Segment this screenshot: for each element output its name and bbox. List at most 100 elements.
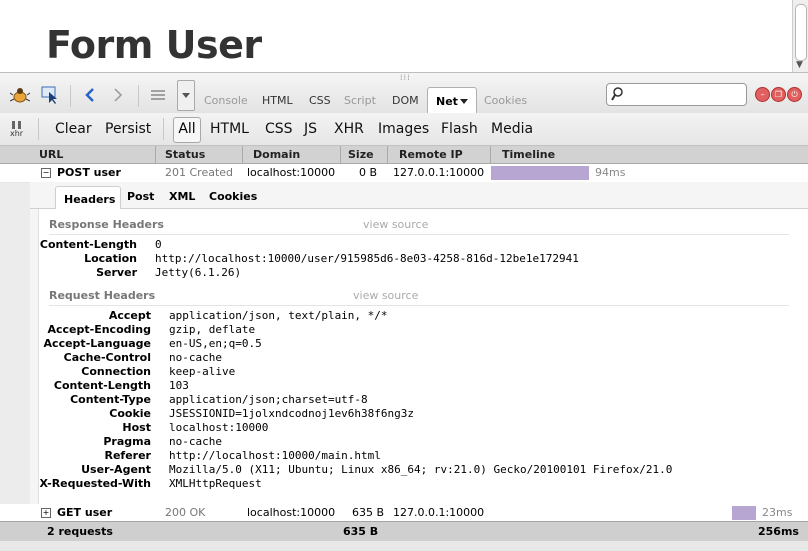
header-value[interactable]: application/json, text/plain, */* xyxy=(169,309,388,322)
column-size[interactable]: Size xyxy=(348,148,374,161)
header-value[interactable]: en-US,en;q=0.5 xyxy=(169,337,262,350)
forward-arrow-icon[interactable] xyxy=(108,85,128,105)
request-time: 94ms xyxy=(595,166,626,179)
expand-icon[interactable]: + xyxy=(41,508,51,518)
tab-post[interactable]: Post xyxy=(127,190,154,203)
header-value[interactable]: gzip, deflate xyxy=(169,323,255,336)
header-name: Content-Length xyxy=(53,379,151,392)
filter-all-button[interactable]: All xyxy=(173,117,201,143)
tab-net[interactable]: Net xyxy=(427,87,477,113)
persist-button[interactable]: Persist xyxy=(105,121,151,137)
scroll-down-icon[interactable]: ▼ xyxy=(796,60,803,70)
tab-script[interactable]: Script xyxy=(344,94,376,107)
minimize-icon[interactable]: – xyxy=(755,87,770,102)
table-row[interactable]: + GET user 200 OK localhost:10000 635 B … xyxy=(0,504,808,522)
header-value[interactable]: application/json;charset=utf-8 xyxy=(169,393,368,406)
header-name: Location xyxy=(84,252,137,265)
net-summary-row: 2 requests 635 B 256ms xyxy=(0,521,808,542)
header-name: Content-Type xyxy=(70,393,151,406)
xhr-breakpoint-icon[interactable]: xhr xyxy=(10,121,26,139)
column-timeline[interactable]: Timeline xyxy=(502,148,555,161)
search-input[interactable] xyxy=(625,86,744,103)
request-size: 0 B xyxy=(359,166,378,179)
search-box[interactable] xyxy=(606,83,747,106)
tab-css[interactable]: CSS xyxy=(309,94,331,107)
header-name: Accept-Encoding xyxy=(47,323,152,336)
table-row[interactable]: − POST user 201 Created localhost:10000 … xyxy=(0,164,808,183)
tab-dom[interactable]: DOM xyxy=(392,94,419,107)
header-value[interactable]: keep-alive xyxy=(169,365,235,378)
page-content: Form User xyxy=(0,0,793,72)
column-remote-ip[interactable]: Remote IP xyxy=(399,148,463,161)
page-scrollbar[interactable]: ▼ xyxy=(792,0,808,72)
header-value[interactable]: JSESSIONID=1jolxndcodnoj1ev6h38f6ng3z xyxy=(169,407,414,420)
filter-css-button[interactable]: CSS xyxy=(265,121,293,137)
request-url[interactable]: GET user xyxy=(57,506,112,519)
collapse-icon[interactable]: − xyxy=(41,168,51,178)
header-value[interactable]: Mozilla/5.0 (X11; Ubuntu; Linux x86_64; … xyxy=(169,463,672,476)
header-value[interactable]: Jetty(6.1.26) xyxy=(155,266,241,279)
back-arrow-icon[interactable] xyxy=(80,85,100,105)
header-value[interactable]: http://localhost:10000/user/915985d6-8e0… xyxy=(155,252,579,265)
chevron-down-icon[interactable] xyxy=(460,99,468,104)
close-icon[interactable]: ⏻ xyxy=(787,87,802,102)
header-value[interactable]: localhost:10000 xyxy=(169,421,268,434)
header-value[interactable]: XMLHttpRequest xyxy=(169,477,262,490)
header-name: Cookie xyxy=(109,407,151,420)
header-value[interactable]: no-cache xyxy=(169,351,222,364)
detach-icon[interactable]: ❐ xyxy=(771,87,786,102)
request-url[interactable]: POST user xyxy=(57,166,121,179)
request-time: 23ms xyxy=(762,506,793,519)
column-domain[interactable]: Domain xyxy=(253,148,300,161)
timeline-bar[interactable] xyxy=(491,166,589,180)
column-url[interactable]: URL xyxy=(39,148,63,161)
resize-grip[interactable]: ⁞⁞⁞ xyxy=(400,73,411,82)
header-value[interactable]: 103 xyxy=(169,379,189,392)
filter-media-button[interactable]: Media xyxy=(491,121,533,137)
request-headers-title: Request Headers xyxy=(49,289,156,302)
filter-flash-button[interactable]: Flash xyxy=(441,121,478,137)
page-title: Form User xyxy=(46,23,262,67)
filter-html-button[interactable]: HTML xyxy=(210,121,249,137)
response-view-source-link[interactable]: view source xyxy=(363,218,428,231)
filter-images-button[interactable]: Images xyxy=(378,121,429,137)
firebug-bug-icon[interactable] xyxy=(10,85,30,105)
toolbar-divider xyxy=(38,118,39,140)
filter-js-button[interactable]: JS xyxy=(304,121,317,137)
header-value[interactable]: 0 xyxy=(155,238,162,251)
header-name: Referer xyxy=(104,449,152,462)
left-gutter xyxy=(0,164,31,521)
tab-xml[interactable]: XML xyxy=(169,190,195,203)
header-name: Accept xyxy=(108,309,151,322)
tab-headers-label: Headers xyxy=(64,193,116,206)
tab-html[interactable]: HTML xyxy=(262,94,293,107)
tab-cookies[interactable]: Cookies xyxy=(484,94,527,107)
xhr-label: xhr xyxy=(10,129,24,138)
header-name: Connection xyxy=(81,365,151,378)
header-value[interactable]: no-cache xyxy=(169,435,222,448)
net-column-header: URL Status Domain Size Remote IP Timelin… xyxy=(0,146,808,164)
request-domain: localhost:10000 xyxy=(247,166,336,179)
headers-panel: Response Headers view source Content-Len… xyxy=(38,209,808,504)
scrollbar-thumb[interactable] xyxy=(795,4,807,61)
toolbar-divider xyxy=(138,85,139,107)
net-filter-toolbar: xhr Clear Persist All HTML CSS JS XHR Im… xyxy=(0,113,808,146)
filter-xhr-button[interactable]: XHR xyxy=(334,121,364,137)
summary-request-count: 2 requests xyxy=(47,525,113,538)
tab-cookies-detail[interactable]: Cookies xyxy=(209,190,257,203)
menu-lines-icon[interactable] xyxy=(148,85,168,105)
column-status[interactable]: Status xyxy=(165,148,205,161)
header-value[interactable]: http://localhost:10000/main.html xyxy=(169,449,381,462)
tab-console[interactable]: Console xyxy=(204,94,248,107)
header-name: Server xyxy=(96,266,137,279)
tab-headers[interactable]: Headers xyxy=(55,186,121,209)
clear-button[interactable]: Clear xyxy=(55,121,92,137)
toolbar-divider xyxy=(70,85,71,107)
inspect-icon[interactable] xyxy=(40,85,60,105)
timeline-bar[interactable] xyxy=(732,506,756,520)
firebug-toolbar: ⁞⁞⁞ Console HTML CSS Script DOM Net Cook… xyxy=(0,72,808,114)
summary-size: 635 B xyxy=(343,525,379,538)
tab-list-dropdown[interactable] xyxy=(177,80,195,111)
response-headers-title: Response Headers xyxy=(49,218,164,231)
request-view-source-link[interactable]: view source xyxy=(353,289,418,302)
